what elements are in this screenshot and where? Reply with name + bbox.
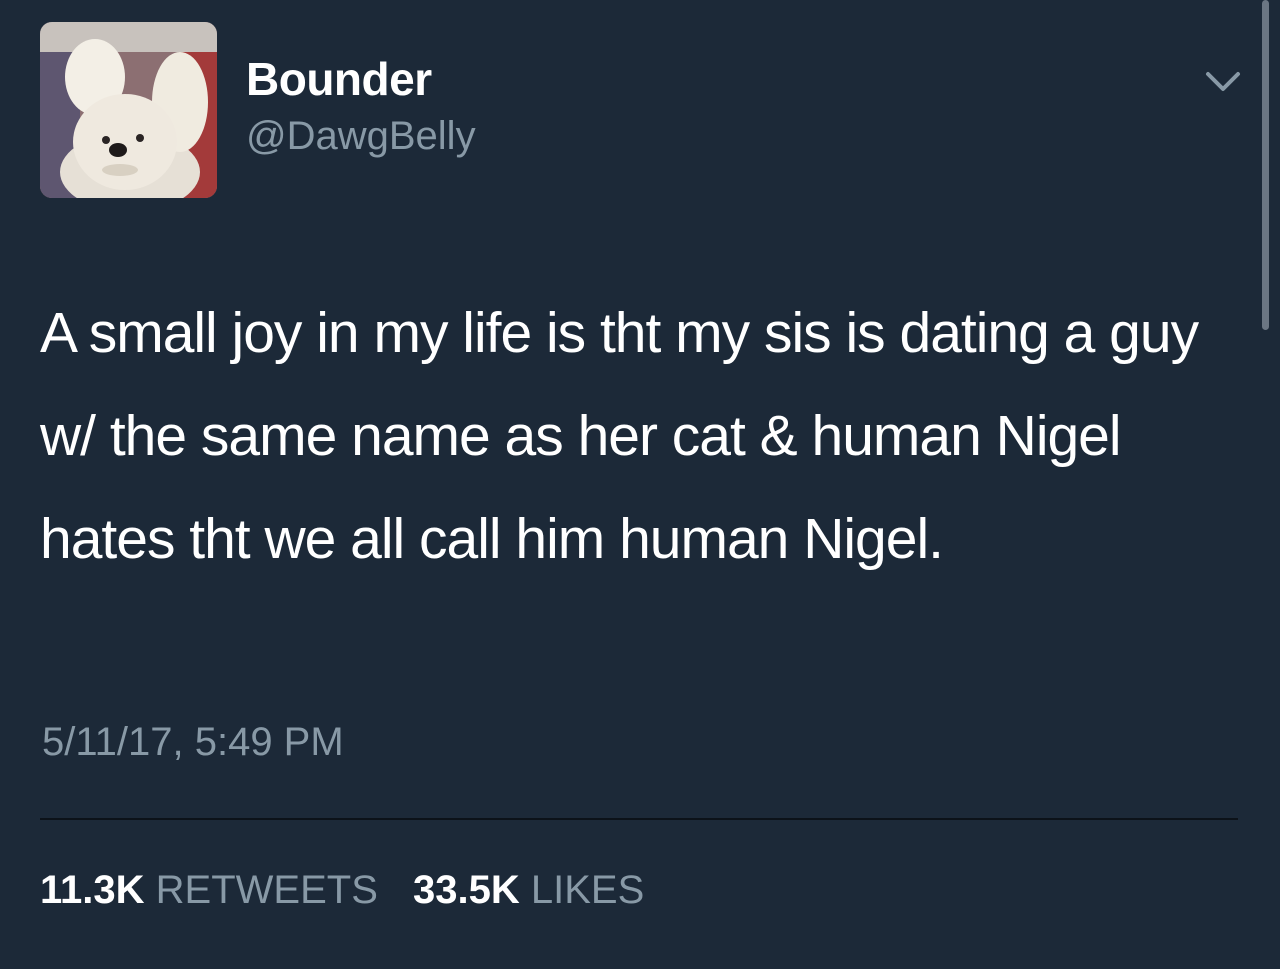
display-name[interactable]: Bounder [246,52,432,106]
divider [40,818,1238,820]
scrollbar[interactable] [1262,0,1269,330]
tweet-stats: 11.3K RETWEETS 33.5K LIKES [40,868,668,913]
retweets-stat[interactable]: 11.3K RETWEETS [40,868,378,913]
retweets-label: RETWEETS [155,868,378,912]
retweets-count: 11.3K [40,868,145,912]
tweet-timestamp[interactable]: 5/11/17, 5:49 PM [42,720,344,765]
user-handle[interactable]: @DawgBelly [246,114,476,159]
tweet-text: A small joy in my life is tht my sis is … [40,301,1199,571]
likes-count: 33.5K [413,868,520,912]
likes-label: LIKES [530,868,645,912]
chevron-down-icon[interactable] [1198,62,1248,102]
avatar-photo [40,22,217,198]
likes-stat[interactable]: 33.5K LIKES [413,868,644,913]
avatar[interactable] [40,22,217,198]
